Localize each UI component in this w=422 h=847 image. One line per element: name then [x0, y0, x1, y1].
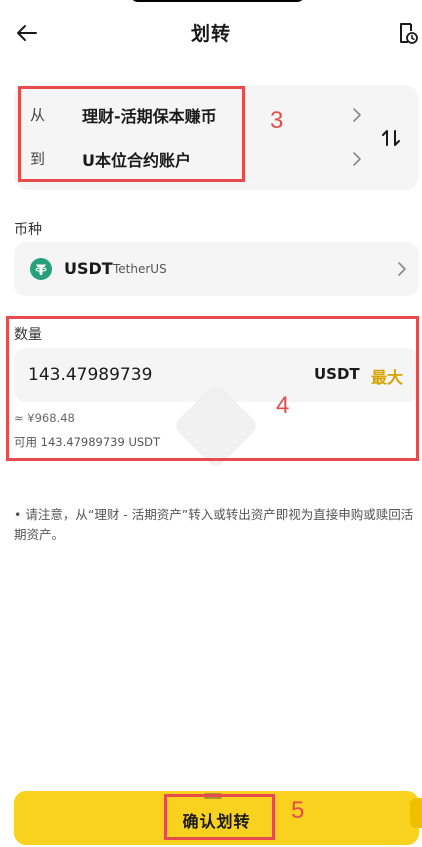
tether-icon	[30, 258, 52, 280]
chevron-right-icon	[353, 152, 361, 166]
page-title: 划转	[190, 23, 231, 45]
coin-selector[interactable]: USDT TetherUS	[14, 242, 419, 296]
chevron-right-icon	[398, 262, 406, 276]
annotation-box-3	[18, 86, 245, 182]
transfer-page: 划转 从 理财-活期保本赚币 到 U本位合约账户 3 币种 USDT Tethe…	[0, 0, 422, 847]
annotation-label-3: 3	[270, 107, 284, 134]
swap-accounts-button[interactable]	[376, 123, 406, 153]
chevron-right-icon	[353, 108, 361, 122]
annotation-label-5: 5	[291, 797, 305, 824]
coin-symbol: USDT	[64, 259, 113, 278]
annotation-label-4: 4	[276, 392, 290, 419]
coin-label: 币种	[14, 222, 42, 238]
history-icon	[400, 23, 418, 44]
header: 划转	[0, 0, 422, 68]
swap-arrows-icon	[382, 130, 400, 146]
history-button[interactable]	[396, 20, 420, 46]
transfer-notice: • 请注意，从“理财 - 活期资产”转入或转出资产即视为直接申购或赎回活期资产。	[14, 507, 414, 542]
coin-full-name: TetherUS	[113, 262, 167, 276]
side-tab[interactable]	[410, 798, 422, 828]
annotation-box-4	[6, 316, 419, 461]
annotation-box-5	[164, 794, 275, 840]
